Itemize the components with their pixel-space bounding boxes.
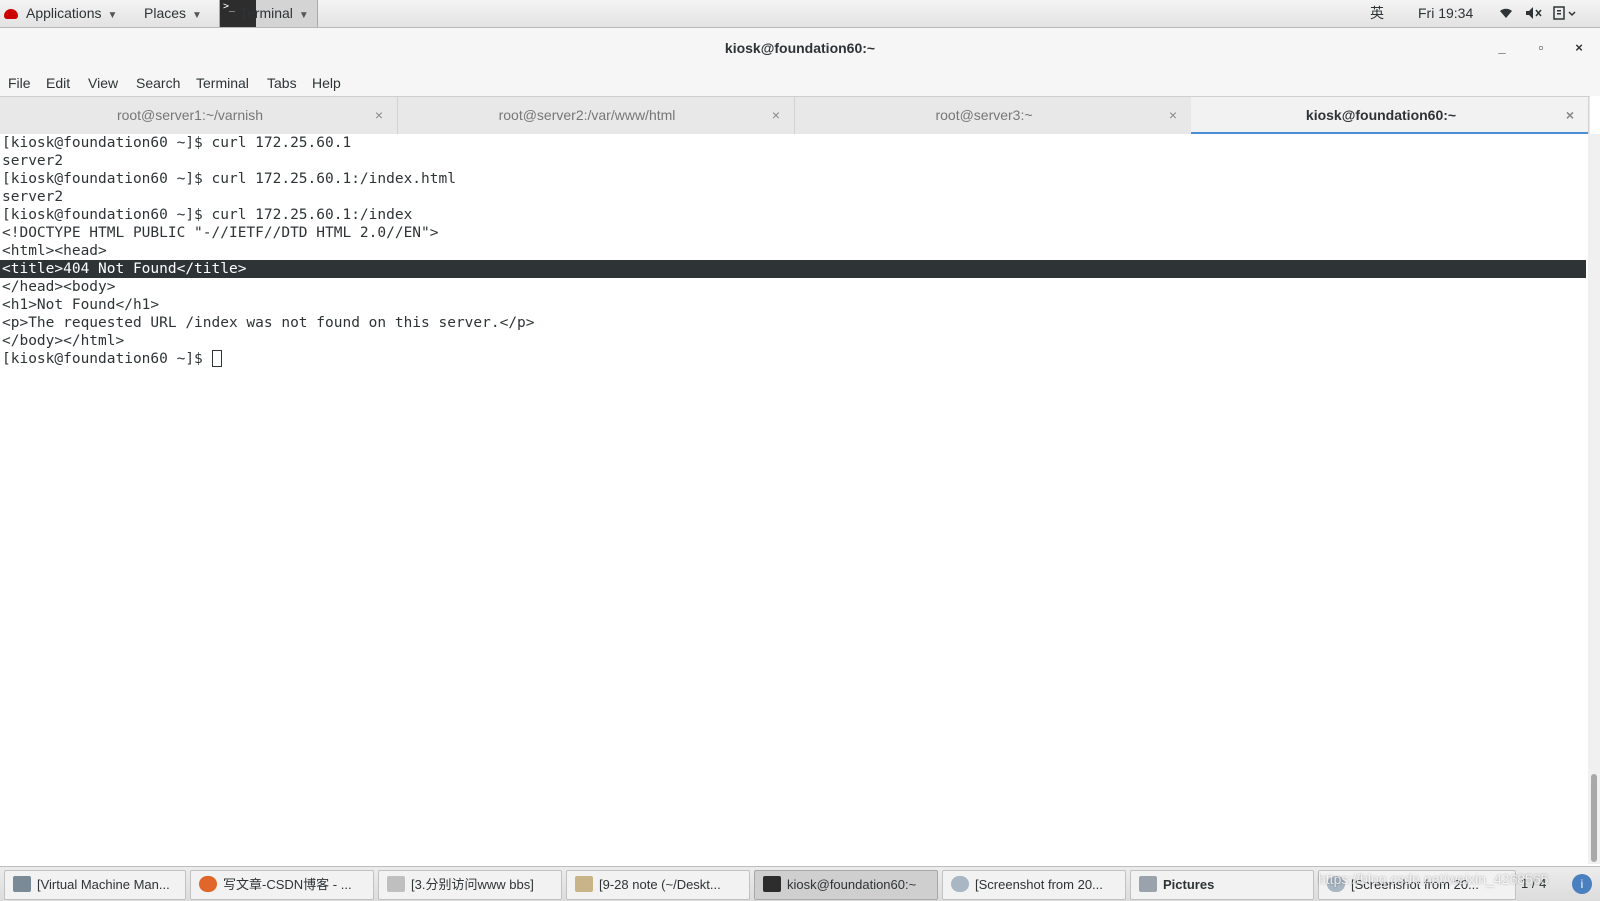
chevron-down-icon: ▼ (107, 10, 118, 21)
applications-label: Applications (26, 5, 102, 21)
terminal-app-menu[interactable]: >_ Terminal ▼ (219, 0, 318, 27)
applications-menu[interactable]: Applications ▼ (4, 0, 117, 27)
places-menu[interactable]: Places ▼ (144, 0, 202, 27)
minimize-button[interactable]: _ (1491, 37, 1513, 59)
close-icon[interactable]: × (1566, 97, 1574, 133)
clock[interactable]: Fri 19:34 (1418, 0, 1473, 27)
window-title: kiosk@foundation60:~ (724, 40, 876, 56)
image-viewer-icon (951, 876, 969, 892)
tab-label: root@server1:~/varnish (116, 107, 264, 123)
terminal-line: <p>The requested URL /index was not foun… (2, 315, 535, 331)
folder-icon (1139, 876, 1157, 892)
task-label: [3.分别访问www bbs] (411, 877, 534, 892)
top-panel: Applications ▼ Places ▼ >_ Terminal ▼ 英 Fri … (0, 0, 1600, 28)
maximize-button[interactable]: ▫ (1530, 37, 1552, 59)
terminal-icon (763, 876, 781, 892)
tab-foundation60[interactable]: kiosk@foundation60:~ × (1191, 97, 1589, 135)
menu-tabs[interactable]: Tabs (267, 72, 297, 94)
task-label: [9-28 note (~/Deskt... (599, 877, 721, 892)
terminal-line: <h1>Not Found</h1> (2, 297, 160, 313)
watermark: https://blog.csdn.net/weixin_4268565 (1318, 871, 1549, 887)
tab-server2[interactable]: root@server2:/var/www/html × (397, 97, 795, 134)
chevron-down-icon: ▼ (298, 10, 309, 21)
window-list-taskbar: [Virtual Machine Man... 写文章-CSDN博客 - ...… (0, 866, 1600, 901)
terminal-line: </body></html> (2, 333, 125, 349)
terminal-prompt: [kiosk@foundation60 ~]$ (2, 351, 212, 367)
window-titlebar[interactable]: kiosk@foundation60:~ _ ▫ × (0, 28, 1600, 70)
terminal-line: </head><body> (2, 279, 116, 295)
wifi-icon[interactable] (1499, 0, 1513, 27)
tab-server1[interactable]: root@server1:~/varnish × (0, 97, 398, 134)
volume-icon[interactable] (1525, 0, 1543, 27)
text-cursor (211, 350, 222, 367)
menu-search[interactable]: Search (136, 72, 180, 94)
terminal-line: [kiosk@foundation60 ~]$ curl 172.25.60.1… (2, 171, 456, 187)
task-pictures-folder[interactable]: Pictures (1130, 870, 1314, 900)
close-icon[interactable]: × (375, 97, 383, 133)
task-label: [Screenshot from 20... (975, 877, 1103, 892)
menu-file[interactable]: File (8, 72, 31, 94)
menu-terminal[interactable]: Terminal (196, 72, 249, 94)
terminal-line: server2 (2, 189, 64, 205)
task-virtual-machine-manager[interactable]: [Virtual Machine Man... (4, 870, 186, 900)
terminal-line: [kiosk@foundation60 ~]$ curl 172.25.60.1 (2, 135, 352, 151)
scrollbar-thumb[interactable] (1591, 774, 1597, 862)
menu-view[interactable]: View (88, 72, 118, 94)
firefox-icon (199, 876, 217, 892)
clipboard-icon[interactable] (1553, 0, 1577, 27)
chevron-down-icon: ▼ (192, 10, 202, 21)
terminal-scrollbar[interactable] (1588, 134, 1600, 864)
terminal-prompt-line: [kiosk@foundation60 ~]$ (2, 350, 222, 368)
task-document-viewer[interactable]: [3.分别访问www bbs] (378, 870, 562, 900)
menubar: File Edit View Search Terminal Tabs Help (0, 70, 1600, 96)
terminal-line: server2 (2, 153, 64, 169)
task-label: kiosk@foundation60:~ (787, 877, 917, 892)
task-label: Pictures (1163, 877, 1215, 892)
task-screenshot-viewer[interactable]: [Screenshot from 20... (942, 870, 1126, 900)
close-icon[interactable]: × (772, 97, 780, 133)
tab-server3[interactable]: root@server3:~ × (794, 97, 1192, 134)
virt-manager-icon (13, 876, 31, 892)
task-terminal-active[interactable]: kiosk@foundation60:~ (754, 870, 938, 900)
close-icon[interactable]: × (1169, 97, 1177, 133)
close-window-button[interactable]: × (1568, 37, 1590, 59)
input-method-indicator[interactable]: 英 (1370, 0, 1384, 27)
task-label: [Virtual Machine Man... (37, 877, 170, 892)
terminal-line: <html><head> (2, 243, 107, 259)
document-icon (387, 876, 405, 892)
menu-help[interactable]: Help (312, 72, 341, 94)
tab-label: kiosk@foundation60:~ (1305, 107, 1457, 123)
task-label: 写文章-CSDN博客 - ... (223, 877, 352, 892)
terminal-line: [kiosk@foundation60 ~]$ curl 172.25.60.1… (2, 207, 413, 223)
menu-edit[interactable]: Edit (46, 72, 70, 94)
terminal-line-selected: <title>404 Not Found</title> (2, 261, 247, 277)
tab-label: root@server3:~ (935, 107, 1033, 123)
text-editor-icon (575, 876, 593, 892)
task-firefox-csdn[interactable]: 写文章-CSDN博客 - ... (190, 870, 374, 900)
notification-icon[interactable]: i (1572, 874, 1592, 894)
places-label: Places (144, 5, 187, 21)
terminal-output[interactable]: [kiosk@foundation60 ~]$ curl 172.25.60.1… (0, 134, 1588, 864)
tab-bar: root@server1:~/varnish × root@server2:/v… (0, 96, 1590, 135)
terminal-app-label: Terminal (240, 5, 293, 21)
tab-label: root@server2:/var/www/html (498, 107, 676, 123)
task-gedit-note[interactable]: [9-28 note (~/Deskt... (566, 870, 750, 900)
redhat-logo-icon (4, 9, 18, 19)
terminal-line: <!DOCTYPE HTML PUBLIC "-//IETF//DTD HTML… (2, 225, 439, 241)
